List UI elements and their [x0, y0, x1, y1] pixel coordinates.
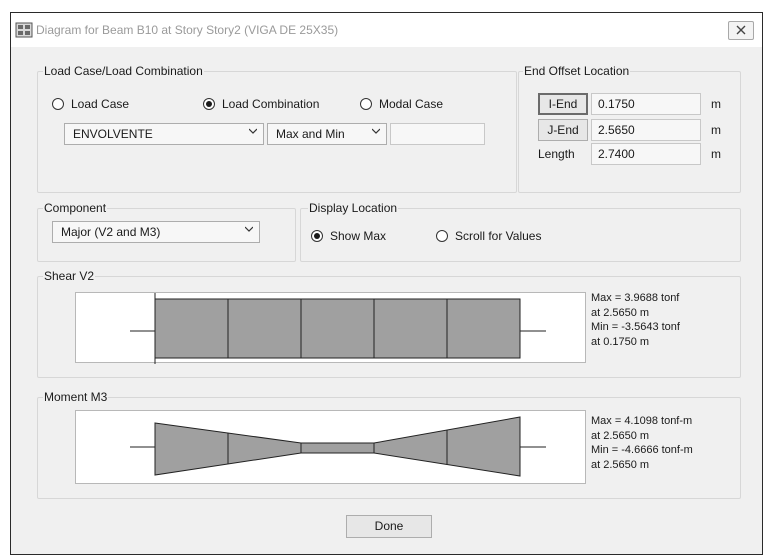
shear-group-label: Shear V2	[43, 269, 96, 283]
iend-value-field: 0.1750	[591, 93, 701, 115]
chevron-down-icon	[249, 128, 257, 134]
chevron-down-icon	[372, 128, 380, 134]
component-select[interactable]: Major (V2 and M3)	[52, 221, 260, 243]
done-button[interactable]: Done	[346, 515, 432, 538]
load-combination-radio-label: Load Combination	[222, 97, 320, 111]
moment-diagram	[75, 410, 586, 484]
end-offset-group-label: End Offset Location	[523, 64, 631, 78]
moment-min-text: Min = -4.6666 tonf-m	[591, 444, 693, 456]
iend-button[interactable]: I-End	[538, 93, 588, 115]
shear-diagram-svg	[130, 293, 546, 364]
title-bar: Diagram for Beam B10 at Story Story2 (VI…	[11, 13, 762, 47]
shear-min-location: at 0.1750 m	[591, 335, 650, 348]
moment-max-text: Max = 4.1098 tonf-m	[591, 415, 693, 427]
moment-group-label: Moment M3	[43, 390, 109, 404]
max-min-select[interactable]: Max and Min	[267, 123, 387, 145]
shear-max-text: Max = 3.9688 tonf	[591, 292, 680, 304]
moment-diagram-fill	[154, 416, 521, 477]
component-select-value: Major (V2 and M3)	[61, 225, 161, 239]
moment-max-location: at 2.5650 m	[591, 429, 650, 442]
iend-value: 0.1750	[598, 97, 635, 111]
combination-select[interactable]: ENVOLVENTE	[64, 123, 264, 145]
scroll-values-radio-label: Scroll for Values	[455, 229, 542, 243]
load-case-radio-label: Load Case	[71, 97, 130, 111]
window-title: Diagram for Beam B10 at Story Story2 (VI…	[36, 23, 339, 37]
iend-unit: m	[711, 97, 721, 111]
modal-case-radio-dot	[360, 98, 372, 110]
display-location-group-label: Display Location	[308, 201, 399, 215]
modal-case-field[interactable]	[390, 123, 485, 145]
load-case-radio-dot	[52, 98, 64, 110]
shear-max-location: at 2.5650 m	[591, 306, 650, 319]
max-min-select-value: Max and Min	[276, 127, 345, 141]
load-combination-radio-dot	[203, 98, 215, 110]
jend-button[interactable]: J-End	[538, 119, 588, 141]
shear-info: Max = 3.9688 tonf at 2.5650 m Min = -3.5…	[591, 291, 680, 349]
length-value: 2.7400	[598, 147, 635, 161]
moment-info: Max = 4.1098 tonf-m at 2.5650 m Min = -4…	[591, 414, 693, 472]
jend-value-field: 2.5650	[591, 119, 701, 141]
length-label: Length	[538, 147, 575, 161]
show-max-radio[interactable]: Show Max	[311, 229, 386, 243]
moment-min-location: at 2.5650 m	[591, 458, 650, 471]
shear-diagram	[75, 292, 586, 364]
component-group-label: Component	[43, 201, 108, 215]
length-unit: m	[711, 147, 721, 161]
shear-min-text: Min = -3.5643 tonf	[591, 321, 680, 333]
load-combination-radio[interactable]: Load Combination	[203, 97, 319, 111]
combination-select-value: ENVOLVENTE	[73, 127, 153, 141]
modal-case-radio-label: Modal Case	[379, 97, 444, 111]
scroll-values-radio-dot	[436, 230, 448, 242]
scroll-values-radio[interactable]: Scroll for Values	[436, 229, 541, 243]
load-case-radio[interactable]: Load Case	[52, 97, 129, 111]
show-max-radio-dot	[311, 230, 323, 242]
jend-value: 2.5650	[598, 123, 635, 137]
chevron-down-icon	[245, 226, 253, 232]
close-icon	[736, 25, 746, 35]
close-button[interactable]	[728, 21, 754, 40]
modal-case-radio[interactable]: Modal Case	[360, 97, 443, 111]
load-case-group-label: Load Case/Load Combination	[43, 64, 204, 78]
show-max-radio-label: Show Max	[330, 229, 387, 243]
dialog-window: Diagram for Beam B10 at Story Story2 (VI…	[10, 12, 763, 555]
moment-diagram-svg	[130, 416, 546, 477]
shear-diagram-fill	[154, 298, 521, 359]
jend-unit: m	[711, 123, 721, 137]
app-icon	[15, 22, 33, 38]
length-value-field: 2.7400	[591, 143, 701, 165]
